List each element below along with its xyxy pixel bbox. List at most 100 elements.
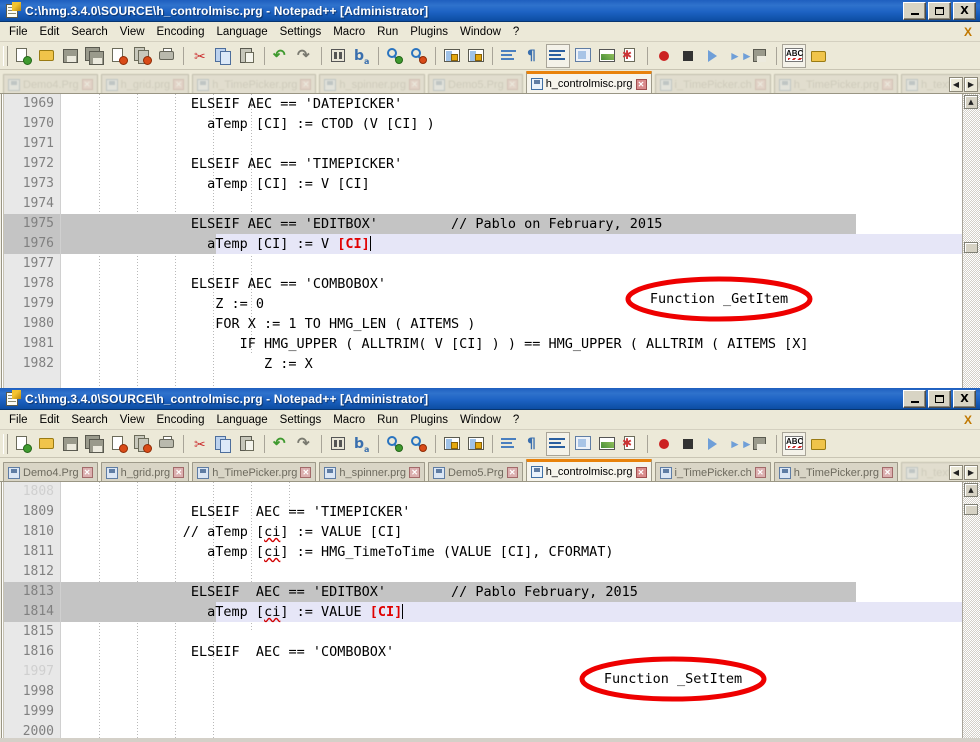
show-all-chars-icon[interactable]: ¶ <box>522 45 544 67</box>
toolbar-top[interactable]: ✂ ↶ ↷ ba ¶ ✱ ►► ABC <box>0 42 980 70</box>
code-line[interactable] <box>61 134 963 154</box>
macro-play-multiple-icon[interactable]: ►► <box>725 433 747 455</box>
tab-h-timepicker-prg[interactable]: h_TimePicker.prg✕ <box>774 462 898 482</box>
window-controls-bottom[interactable]: X <box>903 390 976 408</box>
macro-save-icon[interactable] <box>749 433 771 455</box>
tab-h-grid-prg[interactable]: h_grid.prg✕ <box>101 462 190 482</box>
code-line[interactable]: aTemp [CI] := V [CI] <box>61 234 963 254</box>
titlebar-bottom[interactable]: C:\hmg.3.4.0\SOURCE\h_controlmisc.prg - … <box>0 388 980 410</box>
sync-vertical-icon[interactable] <box>441 45 463 67</box>
macro-play-multiple-icon[interactable]: ►► <box>725 45 747 67</box>
tab-h-controlmisc-prg[interactable]: h_controlmisc.prg✕ <box>526 459 652 482</box>
tab-scroll-buttons[interactable]: ◀▶ <box>949 77 978 92</box>
menu-encoding[interactable]: Encoding <box>151 412 211 428</box>
close-document-button[interactable]: X <box>964 25 980 39</box>
plugin-manager-icon[interactable] <box>808 45 830 67</box>
tab-close-icon[interactable]: ✕ <box>173 79 184 90</box>
redo-icon[interactable]: ↷ <box>294 433 316 455</box>
maximize-button[interactable] <box>928 390 951 408</box>
tab-close-icon[interactable]: ✕ <box>882 79 893 90</box>
undo-icon[interactable]: ↶ <box>270 433 292 455</box>
code-line[interactable] <box>61 622 963 642</box>
tab-close-icon[interactable]: ✕ <box>755 79 766 90</box>
menu-run[interactable]: Run <box>371 412 404 428</box>
code-line[interactable]: ELSEIF AEC == 'TIMEPICKER' <box>61 502 963 522</box>
menu-window[interactable]: Window <box>454 24 507 40</box>
menubar-bottom[interactable]: File Edit Search View Encoding Language … <box>0 410 980 430</box>
menu-window[interactable]: Window <box>454 412 507 428</box>
copy-icon[interactable] <box>213 45 235 67</box>
titlebar-top[interactable]: C:\hmg.3.4.0\SOURCE\h_controlmisc.prg - … <box>0 0 980 22</box>
sync-vertical-icon[interactable] <box>441 433 463 455</box>
new-file-icon[interactable] <box>12 433 34 455</box>
menu-help[interactable]: ? <box>507 412 525 428</box>
code-line[interactable]: ELSEIF AEC == 'COMBOBOX' <box>61 274 963 294</box>
tab-scroll-right-icon[interactable]: ▶ <box>964 465 978 480</box>
save-all-icon[interactable] <box>84 45 106 67</box>
spellcheck-icon[interactable]: ABC <box>782 44 806 68</box>
plugin-manager-icon[interactable] <box>808 433 830 455</box>
code-line[interactable]: ELSEIF AEC == 'TIMEPICKER' <box>61 154 963 174</box>
menu-edit[interactable]: Edit <box>34 412 66 428</box>
horizontal-scrollbar-bottom[interactable] <box>0 738 980 742</box>
code-line[interactable] <box>61 254 963 274</box>
sync-horizontal-icon[interactable] <box>465 45 487 67</box>
menu-run[interactable]: Run <box>371 24 404 40</box>
save-all-icon[interactable] <box>84 433 106 455</box>
tab-demo5-prg[interactable]: Demo5.Prg✕ <box>428 74 523 94</box>
word-wrap-icon[interactable] <box>498 45 520 67</box>
tab-scroll-right-icon[interactable]: ▶ <box>964 77 978 92</box>
document-map-icon[interactable] <box>596 433 618 455</box>
macro-play-icon[interactable] <box>701 433 723 455</box>
tab-close-icon[interactable]: ✕ <box>507 467 518 478</box>
replace-icon[interactable]: ba <box>351 433 373 455</box>
sync-horizontal-icon[interactable] <box>465 433 487 455</box>
close-file-icon[interactable] <box>108 433 130 455</box>
tab-scroll-buttons[interactable]: ◀▶ <box>949 465 978 480</box>
open-file-icon[interactable] <box>36 433 58 455</box>
menu-macro[interactable]: Macro <box>327 412 371 428</box>
open-file-icon[interactable] <box>36 45 58 67</box>
macro-save-icon[interactable] <box>749 45 771 67</box>
menu-search[interactable]: Search <box>65 412 113 428</box>
save-icon[interactable] <box>60 433 82 455</box>
tab-i-timepicker-ch[interactable]: i_TimePicker.ch✕ <box>655 462 771 482</box>
tab-i-timepicker-ch[interactable]: i_TimePicker.ch✕ <box>655 74 771 94</box>
menu-language[interactable]: Language <box>210 412 273 428</box>
code-line[interactable]: Z := X <box>61 354 963 374</box>
close-all-icon[interactable] <box>132 433 154 455</box>
tab-h-spinner-prg[interactable]: h_spinner.prg✕ <box>319 74 425 94</box>
copy-icon[interactable] <box>213 433 235 455</box>
paste-icon[interactable] <box>237 433 259 455</box>
menu-help[interactable]: ? <box>507 24 525 40</box>
scroll-up-button[interactable]: ▲ <box>964 95 978 109</box>
menu-file[interactable]: File <box>3 24 34 40</box>
tab-close-icon[interactable]: ✕ <box>300 79 311 90</box>
code-line[interactable]: ELSEIF AEC == 'DATEPICKER' <box>61 94 963 114</box>
close-button[interactable]: X <box>953 2 976 20</box>
user-defined-dialog-icon[interactable] <box>572 433 594 455</box>
code-line[interactable]: aTemp [ci] := VALUE [CI] <box>61 602 963 622</box>
macro-stop-icon[interactable] <box>677 433 699 455</box>
macro-play-icon[interactable] <box>701 45 723 67</box>
menu-settings[interactable]: Settings <box>274 412 328 428</box>
macro-stop-icon[interactable] <box>677 45 699 67</box>
code-line[interactable]: aTemp [CI] := CTOD (V [CI] ) <box>61 114 963 134</box>
show-all-chars-icon[interactable]: ¶ <box>522 433 544 455</box>
menu-search[interactable]: Search <box>65 24 113 40</box>
minimize-button[interactable] <box>903 2 926 20</box>
code-line[interactable] <box>61 562 963 582</box>
menu-plugins[interactable]: Plugins <box>404 412 454 428</box>
notepad-window-bottom[interactable]: C:\hmg.3.4.0\SOURCE\h_controlmisc.prg - … <box>0 388 980 742</box>
code-line[interactable]: IF HMG_UPPER ( ALLTRIM( V [CI] ) ) == HM… <box>61 334 963 354</box>
menu-language[interactable]: Language <box>210 24 273 40</box>
code-line[interactable]: aTemp [CI] := V [CI] <box>61 174 963 194</box>
vertical-scrollbar-top[interactable]: ▲ <box>962 94 980 388</box>
zoom-out-icon[interactable] <box>408 433 430 455</box>
tab-h-timepicker-prg[interactable]: h_TimePicker.prg✕ <box>192 74 316 94</box>
word-wrap-icon[interactable] <box>498 433 520 455</box>
menu-view[interactable]: View <box>114 24 151 40</box>
tab-demo4-prg[interactable]: Demo4.Prg✕ <box>3 74 98 94</box>
window-controls-top[interactable]: X <box>903 2 976 20</box>
code-area-bottom[interactable]: ELSEIF AEC == 'TIMEPICKER'// aTemp [ci] … <box>61 482 963 742</box>
